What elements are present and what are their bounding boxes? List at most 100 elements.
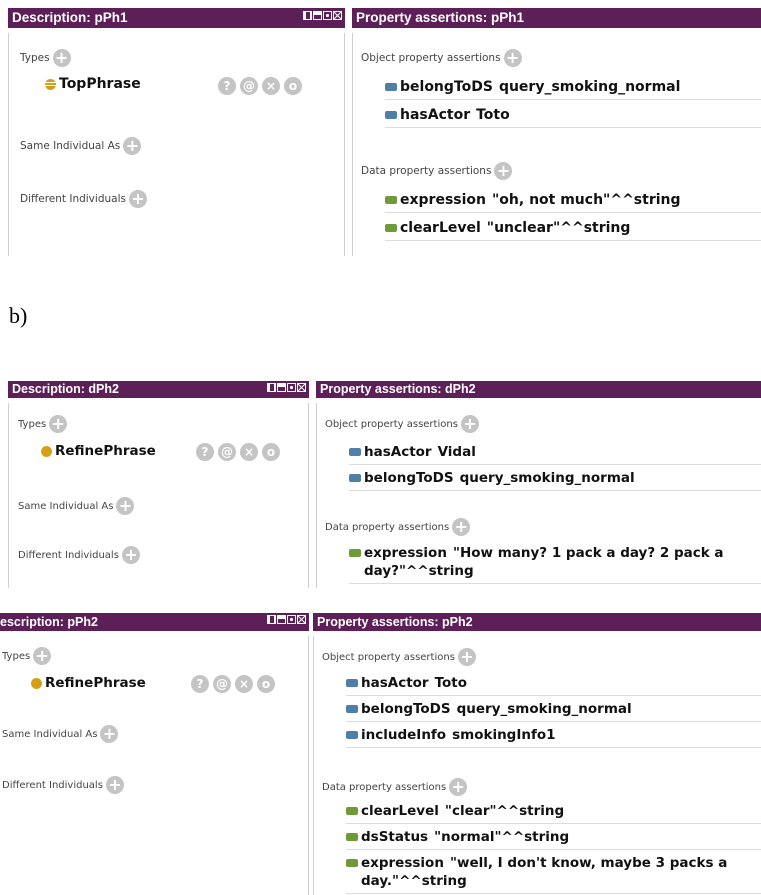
property-name: clearLevel: [400, 220, 481, 236]
tile-icon[interactable]: [303, 11, 312, 20]
maximize-icon[interactable]: [287, 615, 296, 624]
edit-button[interactable]: o: [284, 77, 302, 95]
tile-icon[interactable]: [267, 383, 276, 392]
window-controls-a[interactable]: [303, 11, 342, 20]
types-label: Types: [2, 651, 31, 662]
window-controls-b[interactable]: [267, 383, 306, 392]
individual-icon: [41, 445, 52, 457]
property-value: query_smoking_normal: [459, 470, 635, 486]
explain-button[interactable]: ?: [218, 77, 236, 95]
data-property-icon: [346, 833, 358, 841]
add-data-property-button[interactable]: +: [452, 518, 471, 536]
explain-button[interactable]: ?: [196, 443, 214, 461]
property-value: "How many? 1 pack a day? 2 pack a: [452, 545, 724, 561]
close-window-icon[interactable]: [297, 615, 306, 624]
type-name: RefinePhrase: [55, 443, 156, 459]
property-value: "unclear"^^string: [486, 220, 631, 236]
data-property-icon: [385, 224, 397, 232]
data-property-row[interactable]: clearLevel "clear"^^string: [346, 800, 761, 824]
data-property-icon: [349, 549, 361, 557]
property-name: belongToDS: [400, 79, 493, 95]
object-property-row[interactable]: hasActor Toto: [346, 672, 761, 696]
explain-button[interactable]: ?: [191, 675, 209, 693]
object-property-label: Object property assertions: [325, 419, 458, 430]
property-name: clearLevel: [361, 803, 439, 819]
delete-button[interactable]: ×: [235, 675, 253, 693]
annotate-button[interactable]: @: [213, 675, 231, 693]
property-name: expression: [400, 192, 486, 208]
object-property-row[interactable]: belongToDS query_smoking_normal: [385, 75, 761, 100]
object-property-icon: [349, 448, 361, 456]
property-value: "well, I don't know, maybe 3 packs a: [449, 855, 728, 871]
edit-button[interactable]: o: [257, 675, 275, 693]
add-same-individual-button[interactable]: +: [100, 725, 119, 743]
object-property-icon: [349, 474, 361, 482]
property-value: Vidal: [437, 444, 476, 460]
object-property-row[interactable]: hasActor Vidal: [349, 441, 761, 465]
add-different-individual-button[interactable]: +: [121, 546, 140, 564]
data-property-label: Data property assertions: [325, 522, 450, 533]
property-name: belongToDS: [361, 701, 451, 717]
property-pane-a: Property assertions: pPh1 Object propert…: [352, 8, 761, 256]
data-property-row[interactable]: expression "oh, not much"^^string: [385, 188, 761, 213]
description-pane-a: Description: pPh1 Types + TopPhrase ? @ ×…: [8, 8, 345, 256]
add-type-button[interactable]: +: [33, 647, 52, 665]
property-title-b: Property assertions: dPh2: [320, 382, 476, 396]
add-same-individual-button[interactable]: +: [123, 137, 142, 155]
delete-button[interactable]: ×: [240, 443, 258, 461]
data-property-row[interactable]: expression "How many? 1 pack a day? 2 pac…: [349, 542, 761, 584]
property-name: belongToDS: [364, 470, 454, 486]
property-value: smokingInfo1: [452, 727, 556, 743]
data-property-label: Data property assertions: [361, 165, 492, 177]
object-property-label: Object property assertions: [322, 652, 455, 663]
annotate-button[interactable]: @: [218, 443, 236, 461]
individual-icon: [45, 78, 56, 90]
minimize-icon[interactable]: [277, 383, 286, 392]
delete-button[interactable]: ×: [262, 77, 280, 95]
property-title-a: Property assertions: pPh1: [356, 10, 525, 25]
add-same-individual-button[interactable]: +: [116, 497, 135, 515]
close-window-icon[interactable]: [333, 11, 342, 20]
data-property-row[interactable]: dsStatus "normal"^^string: [346, 826, 761, 850]
same-individual-label: Same Individual As: [20, 140, 121, 152]
same-individual-label: Same Individual As: [2, 729, 98, 740]
add-data-property-button[interactable]: +: [494, 162, 513, 180]
edit-button[interactable]: o: [262, 443, 280, 461]
object-property-icon: [385, 83, 397, 91]
add-type-button[interactable]: +: [49, 415, 68, 433]
object-property-row[interactable]: belongToDS query_smoking_normal: [349, 467, 761, 491]
property-value: "clear"^^string: [444, 803, 565, 819]
data-property-row[interactable]: expression "well, I don't know, maybe 3 p…: [346, 852, 761, 894]
maximize-icon[interactable]: [323, 11, 332, 20]
data-property-row[interactable]: clearLevel "unclear"^^string: [385, 216, 761, 241]
tile-icon[interactable]: [267, 615, 276, 624]
window-controls-c[interactable]: [267, 615, 306, 624]
add-object-property-button[interactable]: +: [460, 415, 479, 433]
object-property-icon: [346, 705, 358, 713]
annotate-button[interactable]: @: [240, 77, 258, 95]
object-property-row[interactable]: hasActor Toto: [385, 103, 761, 128]
description-title-b: Description: dPh2: [12, 382, 119, 396]
add-data-property-button[interactable]: +: [449, 778, 468, 796]
add-object-property-button[interactable]: +: [457, 648, 476, 666]
object-property-row[interactable]: includeInfo smokingInfo1: [346, 724, 761, 748]
add-different-individual-button[interactable]: +: [128, 190, 147, 208]
minimize-icon[interactable]: [277, 615, 286, 624]
property-pane-c: Property assertions: pPh2 Object propert…: [313, 613, 761, 895]
add-object-property-button[interactable]: +: [503, 49, 522, 67]
minimize-icon[interactable]: [313, 11, 322, 20]
property-value: Toto: [476, 107, 510, 123]
description-pane-c: escription: pPh2 Types + RefinePhrase ? @…: [0, 613, 309, 895]
type-name: TopPhrase: [59, 76, 141, 92]
add-different-individual-button[interactable]: +: [105, 776, 124, 794]
close-window-icon[interactable]: [297, 383, 306, 392]
property-header-b: Property assertions: dPh2: [316, 381, 761, 398]
property-value: "oh, not much"^^string: [492, 192, 681, 208]
types-label: Types: [18, 419, 47, 430]
data-property-icon: [346, 859, 358, 867]
object-property-icon: [385, 111, 397, 119]
add-type-button[interactable]: +: [52, 49, 71, 67]
object-property-row[interactable]: belongToDS query_smoking_normal: [346, 698, 761, 722]
maximize-icon[interactable]: [287, 383, 296, 392]
property-name: expression: [364, 545, 447, 561]
